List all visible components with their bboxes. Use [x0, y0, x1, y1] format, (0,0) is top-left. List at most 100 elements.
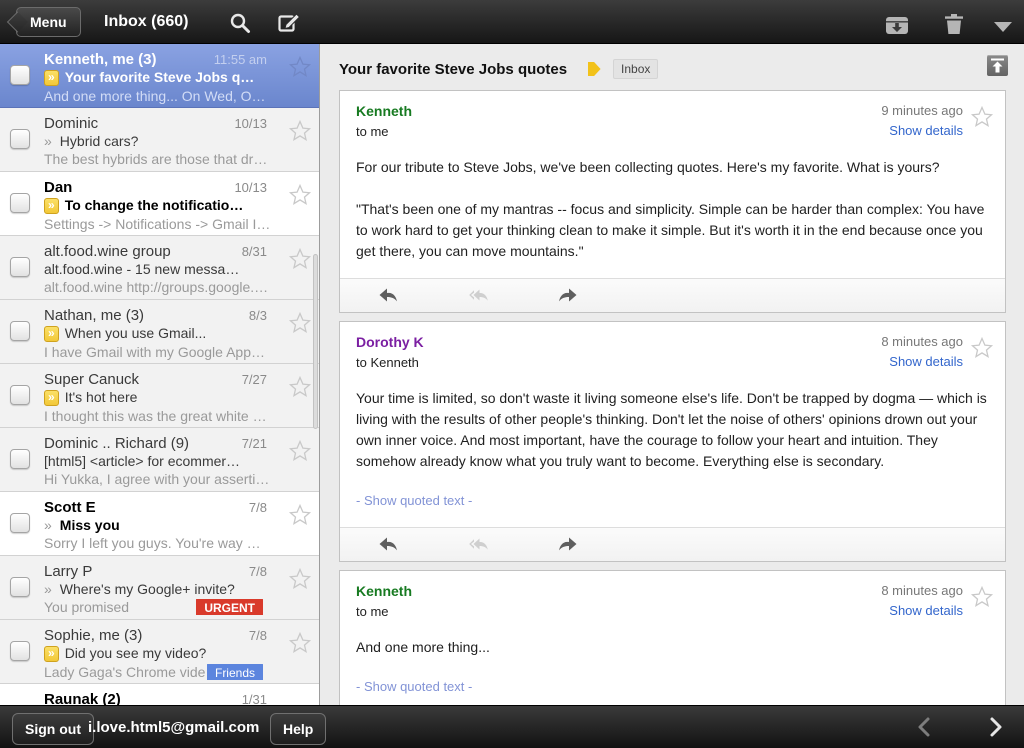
importance-arrow-icon [588, 62, 601, 76]
scroll-to-top-icon[interactable] [987, 55, 1008, 76]
show-details-link[interactable]: Show details [889, 603, 963, 618]
conversation-pane: Your favorite Steve Jobs quotes Inbox Ke… [321, 44, 1024, 705]
row-checkbox[interactable] [10, 65, 30, 85]
help-button[interactable]: Help [270, 713, 326, 745]
row-date: 10/13 [234, 116, 267, 131]
message-paragraph: For our tribute to Steve Jobs, we've bee… [356, 157, 989, 178]
message-header[interactable]: Kenneth to me 9 minutes ago Show details [340, 91, 1005, 143]
archive-icon[interactable] [884, 12, 910, 38]
row-sender: Raunak (2) [44, 691, 121, 705]
row-date: 7/8 [249, 628, 267, 643]
list-item[interactable]: Scott E7/8 »Miss you Sorry I left you gu… [0, 492, 319, 556]
row-sender: Super Canuck [44, 371, 139, 388]
message-body: Your time is limited, so don't waste it … [340, 374, 1005, 527]
star-icon[interactable] [287, 502, 313, 528]
reply-all-icon[interactable] [466, 533, 490, 557]
row-subject-line: »Hybrid cars? [44, 133, 307, 149]
star-icon[interactable] [287, 566, 313, 592]
row-subject-line: »Miss you [44, 517, 307, 533]
message-header[interactable]: Kenneth to me 8 minutes ago Show details [340, 571, 1005, 623]
row-subject-line: alt.food.wine - 15 new messa… [44, 261, 307, 277]
row-checkbox[interactable] [10, 641, 30, 661]
next-conversation-icon[interactable] [982, 714, 1008, 740]
row-sender: Kenneth, me (3) [44, 51, 157, 68]
star-icon[interactable] [287, 438, 313, 464]
message-action-bar [340, 527, 1005, 561]
row-checkbox[interactable] [10, 257, 30, 277]
importance-marker-icon: » [44, 134, 52, 148]
show-quoted-text-link[interactable]: - Show quoted text - [356, 490, 989, 511]
star-icon[interactable] [287, 310, 313, 336]
sign-out-button[interactable]: Sign out [12, 713, 94, 745]
row-date: 7/27 [242, 372, 267, 387]
star-icon[interactable] [969, 104, 995, 130]
star-icon[interactable] [969, 584, 995, 610]
list-item[interactable]: Dan10/13 »To change the notificatio… Set… [0, 172, 319, 236]
show-details-link[interactable]: Show details [889, 123, 963, 138]
list-item[interactable]: Kenneth, me (3)11:55 am »Your favorite S… [0, 44, 319, 108]
star-icon[interactable] [287, 182, 313, 208]
message-body: And one more thing... - Show quoted text… [340, 623, 1005, 705]
forward-icon[interactable] [556, 284, 580, 308]
row-snippet: You promised [44, 599, 129, 615]
row-checkbox[interactable] [10, 513, 30, 533]
list-item[interactable]: Raunak (2)1/31 [0, 684, 319, 705]
row-snippet: And one more thing... On Wed, O… [44, 88, 266, 104]
row-checkbox[interactable] [10, 193, 30, 213]
reply-all-icon[interactable] [466, 284, 490, 308]
forward-icon[interactable] [556, 533, 580, 557]
previous-conversation-icon[interactable] [912, 714, 938, 740]
row-sender: alt.food.wine group [44, 243, 171, 260]
row-subject-line: »Where's my Google+ invite? [44, 581, 307, 597]
star-icon[interactable] [969, 335, 995, 361]
row-snippet: I have Gmail with my Google App… [44, 344, 265, 360]
star-icon[interactable] [287, 118, 313, 144]
star-icon[interactable] [287, 374, 313, 400]
trash-icon[interactable] [941, 11, 967, 37]
message-card: Kenneth to me 8 minutes ago Show details… [339, 570, 1006, 705]
row-checkbox[interactable] [10, 385, 30, 405]
row-snippet: Hi Yukka, I agree with your asserti… [44, 471, 269, 487]
search-icon[interactable] [227, 10, 253, 36]
row-subject-line: »When you use Gmail... [44, 325, 307, 342]
menu-button-label: Menu [30, 14, 67, 30]
list-item[interactable]: Dominic 10/13 »Hybrid cars? The best hybr… [0, 108, 319, 172]
list-scrollbar[interactable] [313, 254, 318, 429]
list-item[interactable]: Super Canuck7/27 »It's hot here I though… [0, 364, 319, 428]
list-item[interactable]: alt.food.wine group8/31 alt.food.wine - … [0, 236, 319, 300]
row-checkbox[interactable] [10, 129, 30, 149]
reply-icon[interactable] [376, 284, 400, 308]
list-item[interactable]: Dominic .. Richard (9)7/21 [html5] <arti… [0, 428, 319, 492]
row-checkbox[interactable] [10, 577, 30, 597]
importance-marker-icon: » [44, 326, 59, 342]
list-item[interactable]: Nathan, me (3)8/3 »When you use Gmail...… [0, 300, 319, 364]
star-icon[interactable] [287, 630, 313, 656]
list-item[interactable]: Larry P7/8 »Where's my Google+ invite? Y… [0, 556, 319, 620]
star-icon[interactable] [287, 246, 313, 272]
row-checkbox[interactable] [10, 449, 30, 469]
message-time: 9 minutes ago [881, 103, 963, 118]
row-snippet: Sorry I left you guys. You're way … [44, 535, 261, 551]
row-subject-line: »To change the notificatio… [44, 197, 307, 214]
row-snippet: Settings -> Notifications -> Gmail I… [44, 216, 270, 232]
show-quoted-text-link[interactable]: - Show quoted text - [356, 676, 989, 697]
show-details-link[interactable]: Show details [889, 354, 963, 369]
thread-title: Your favorite Steve Jobs quotes [339, 61, 567, 78]
reply-icon[interactable] [376, 533, 400, 557]
row-checkbox[interactable] [10, 321, 30, 341]
message-header[interactable]: Dorothy K to Kenneth 8 minutes ago Show … [340, 322, 1005, 374]
row-snippet: The best hybrids are those that dr… [44, 151, 267, 167]
row-sender: Dominic [44, 115, 98, 132]
row-snippet: alt.food.wine http://groups.google.… [44, 279, 268, 295]
row-snippet: Lady Gaga's Chrome vide… [44, 664, 219, 680]
importance-marker-icon: » [44, 518, 52, 532]
compose-icon[interactable] [276, 10, 302, 36]
more-actions-dropdown-icon[interactable] [990, 14, 1016, 40]
list-item[interactable]: Sophie, me (3)7/8 »Did you see my video?… [0, 620, 319, 684]
row-sender: Scott E [44, 499, 96, 516]
menu-button[interactable]: Menu [16, 7, 81, 37]
importance-marker-icon: » [44, 582, 52, 596]
row-sender: Larry P [44, 563, 92, 580]
message-action-bar [340, 278, 1005, 312]
star-icon[interactable] [287, 54, 313, 80]
